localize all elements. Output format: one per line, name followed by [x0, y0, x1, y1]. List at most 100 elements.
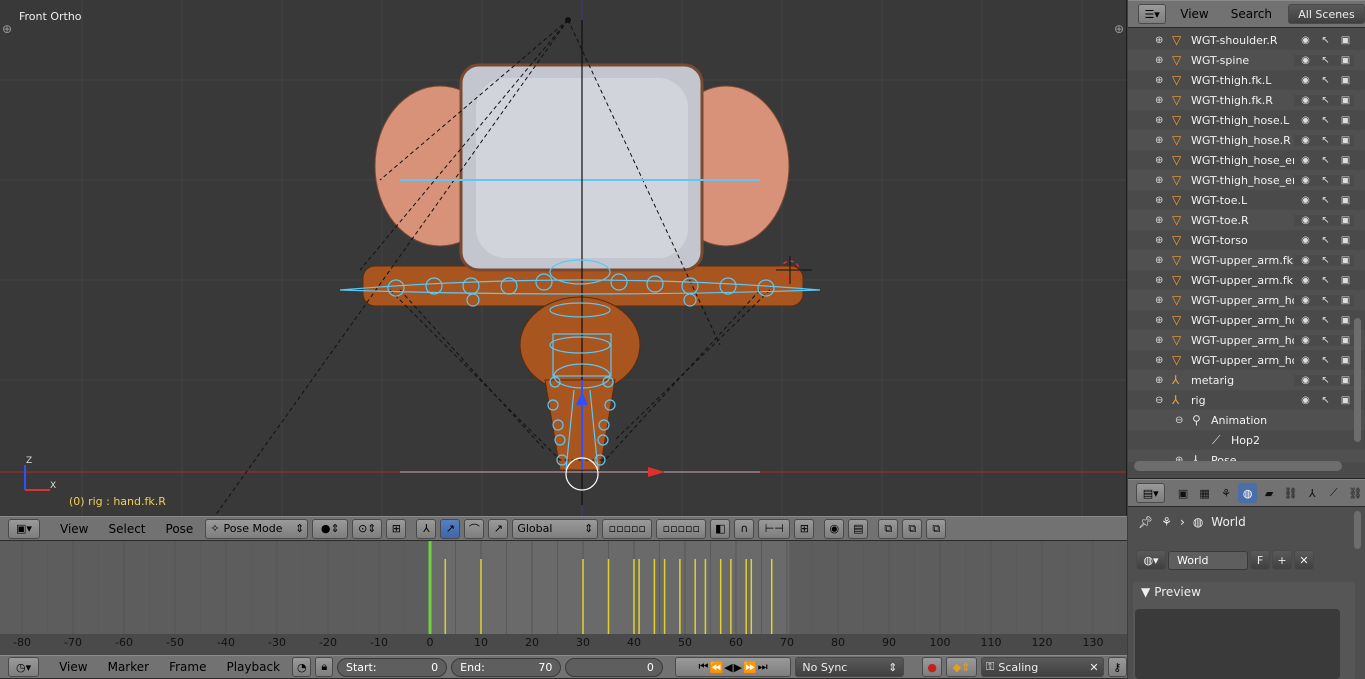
- outliner-row[interactable]: ⊕ ▽ WGT-shoulder.R ◉ ↖ ▣: [1128, 30, 1365, 50]
- paste-flipped-button[interactable]: ⧉: [926, 518, 947, 539]
- outliner-row[interactable]: ⊕ ▽ WGT-thigh_hose_en ◉ ↖ ▣: [1128, 170, 1365, 190]
- bone-tab-icon[interactable]: ⟋: [1324, 483, 1344, 503]
- render-icon[interactable]: ▣: [1337, 335, 1354, 346]
- editor-type-button[interactable]: ▣▾: [8, 518, 40, 539]
- playback-controls[interactable]: ⏮ ⏪ ◀ ▶ ⏩ ⏭: [674, 657, 792, 677]
- mode-dropdown[interactable]: ✧ Pose Mode ⇕: [205, 518, 309, 539]
- outliner-tree[interactable]: ⊕ ▽ WGT-shoulder.R ◉ ↖ ▣ ⊕ ▽ WGT-spine ◉ ↖ ▣ ⊕ ▽ WGT-t…: [1128, 30, 1365, 462]
- expand-icon[interactable]: ⊕: [1155, 35, 1163, 46]
- cursor-icon[interactable]: ↖: [1317, 135, 1334, 146]
- bone-constraint-tab-icon[interactable]: ⛓: [1345, 483, 1365, 503]
- outliner-row[interactable]: ⊕ ▽ WGT-upper_arm_ho ◉ ↖ ▣: [1128, 350, 1365, 370]
- cursor-icon[interactable]: ↖: [1317, 55, 1334, 66]
- menu-pose[interactable]: Pose: [158, 522, 202, 536]
- snap-target-dropdown[interactable]: ⊢⊣: [758, 518, 791, 539]
- keying-mode-dropdown[interactable]: ◆⇕: [945, 657, 978, 677]
- outliner-row[interactable]: ⟋ Hop2: [1128, 430, 1365, 450]
- expand-icon[interactable]: ⊕: [1155, 115, 1163, 126]
- eye-icon[interactable]: ◉: [1297, 55, 1314, 66]
- area-split-icon[interactable]: ⊕: [1114, 22, 1124, 36]
- current-frame-field[interactable]: 0: [565, 657, 663, 677]
- eye-icon[interactable]: ◉: [1297, 355, 1314, 366]
- translate-manipulator-button[interactable]: ⅄: [416, 518, 437, 539]
- menu-view[interactable]: View: [51, 660, 95, 674]
- render-icon[interactable]: ▣: [1337, 355, 1354, 366]
- close-icon[interactable]: ✕: [1089, 661, 1098, 674]
- eye-icon[interactable]: ◉: [1297, 295, 1314, 306]
- timeline-ruler[interactable]: -80 -70 -60 -50 -40 -30 -20 -10 0 10 20 30 40 50 60 70 8…: [0, 634, 1127, 655]
- cursor-icon[interactable]: ↖: [1317, 375, 1334, 386]
- outliner-row[interactable]: ⊕ ▽ WGT-upper_arm_ho ◉ ↖ ▣: [1128, 310, 1365, 330]
- cursor-icon[interactable]: ↖: [1317, 275, 1334, 286]
- pivot-dropdown[interactable]: ⊙⇕: [352, 518, 383, 539]
- cursor-icon[interactable]: ↖: [1317, 295, 1334, 306]
- outliner-row[interactable]: ⊕ ▽ WGT-spine ◉ ↖ ▣: [1128, 50, 1365, 70]
- expand-icon[interactable]: ⊕: [1155, 75, 1163, 86]
- render-icon[interactable]: ▣: [1337, 155, 1354, 166]
- outliner-vscrollbar[interactable]: [1354, 318, 1361, 442]
- copy-pose-button[interactable]: ⧉: [878, 518, 899, 539]
- render-icon[interactable]: ▣: [1337, 295, 1354, 306]
- render-icon[interactable]: ▣: [1337, 315, 1354, 326]
- expand-icon[interactable]: ⊕: [1155, 195, 1163, 206]
- display-mode-dropdown[interactable]: All Scenes: [1287, 4, 1365, 24]
- outliner-row[interactable]: ⊕ ▽ WGT-upper_arm.fk.l ◉ ↖ ▣: [1128, 250, 1365, 270]
- eye-icon[interactable]: ◉: [1297, 155, 1314, 166]
- end-frame-field[interactable]: End: 70: [451, 657, 562, 677]
- outliner-row[interactable]: ⊕ ▽ WGT-upper_arm_ho ◉ ↖ ▣: [1128, 290, 1365, 310]
- sync-dropdown[interactable]: No Sync ⇕: [795, 657, 905, 677]
- new-world-button[interactable]: +: [1272, 550, 1292, 570]
- expand-icon[interactable]: ⊕: [1155, 175, 1163, 186]
- eye-icon[interactable]: ◉: [1297, 135, 1314, 146]
- scale-manipulator-button[interactable]: ⌒: [464, 518, 485, 539]
- expand-icon[interactable]: ⊕: [1155, 135, 1163, 146]
- render-icon[interactable]: ▣: [1337, 115, 1354, 126]
- layers-tab-icon[interactable]: ▦: [1195, 483, 1215, 503]
- eye-icon[interactable]: ◉: [1297, 235, 1314, 246]
- cursor-icon[interactable]: ↖: [1317, 155, 1334, 166]
- orientation-dropdown[interactable]: Global ⇕: [512, 518, 599, 539]
- rotate-manipulator-button[interactable]: ↗: [440, 518, 461, 539]
- outliner[interactable]: ☰▾ View Search All Scenes ⊕ ▽ WGT-shoulder…: [1128, 0, 1365, 478]
- scene-tab-icon[interactable]: ⚘: [1216, 483, 1236, 503]
- constraints-tab-icon[interactable]: ⛓: [1281, 483, 1301, 503]
- cursor-icon[interactable]: ↖: [1317, 315, 1334, 326]
- expand-icon[interactable]: ⊕: [1155, 255, 1163, 266]
- eye-icon[interactable]: ◉: [1297, 115, 1314, 126]
- prev-key-icon[interactable]: ⏪: [709, 661, 723, 674]
- layer-buttons-right[interactable]: ▫▫▫▫▫: [656, 518, 707, 539]
- cursor-icon[interactable]: ↖: [1317, 235, 1334, 246]
- bone-manipulator-button[interactable]: ↗: [488, 518, 509, 539]
- outliner-row[interactable]: ⊕ ▽ WGT-thigh.fk.R ◉ ↖ ▣: [1128, 90, 1365, 110]
- outliner-row[interactable]: ⊕ ▽ WGT-torso ◉ ↖ ▣: [1128, 230, 1365, 250]
- render-icon[interactable]: ▣: [1337, 195, 1354, 206]
- pose-lock-button[interactable]: ◧: [710, 518, 731, 539]
- outliner-hscrollbar[interactable]: [1134, 461, 1342, 471]
- expand-icon[interactable]: ⊕: [1155, 315, 1163, 326]
- expand-icon[interactable]: ⊕: [1155, 355, 1163, 366]
- cursor-icon[interactable]: ↖: [1317, 115, 1334, 126]
- object-tab-icon[interactable]: ▰: [1259, 483, 1279, 503]
- outliner-row[interactable]: ⊕ ▽ WGT-thigh_hose_en ◉ ↖ ▣: [1128, 150, 1365, 170]
- eye-icon[interactable]: ◉: [1297, 335, 1314, 346]
- area-split-icon[interactable]: ⊕: [2, 22, 12, 36]
- eye-icon[interactable]: ◉: [1297, 215, 1314, 226]
- eye-icon[interactable]: ◉: [1297, 95, 1314, 106]
- editor-type-button[interactable]: ☰▾: [1138, 4, 1167, 24]
- expand-icon[interactable]: ⊕: [1155, 235, 1163, 246]
- render-icon[interactable]: ▣: [1337, 135, 1354, 146]
- expand-icon[interactable]: ⊖: [1155, 395, 1163, 406]
- cursor-icon[interactable]: ↖: [1317, 175, 1334, 186]
- render-icon[interactable]: ▣: [1337, 95, 1354, 106]
- render-icon[interactable]: ▣: [1337, 175, 1354, 186]
- properties-scrollbar[interactable]: [1354, 511, 1361, 549]
- render-icon[interactable]: ▣: [1337, 55, 1354, 66]
- render-icon[interactable]: ▣: [1337, 75, 1354, 86]
- expand-icon[interactable]: ⊕: [1155, 215, 1163, 226]
- start-frame-field[interactable]: Start: 0: [337, 657, 448, 677]
- play-reverse-icon[interactable]: ◀: [724, 661, 732, 674]
- eye-icon[interactable]: ◉: [1297, 375, 1314, 386]
- lock-range-button[interactable]: 🔒︎: [315, 657, 333, 677]
- preview-panel-header[interactable]: ▼ Preview: [1141, 585, 1201, 599]
- world-name-field[interactable]: World: [1168, 550, 1248, 570]
